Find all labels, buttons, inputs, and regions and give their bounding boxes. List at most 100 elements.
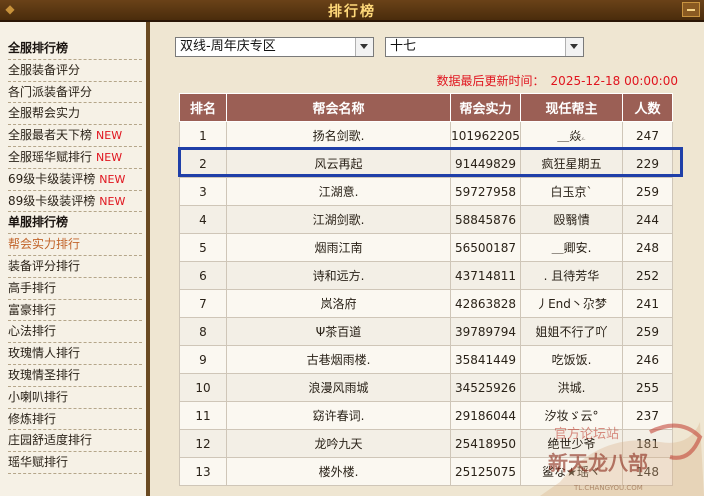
table-cell: 25418950: [450, 429, 521, 458]
table-cell: 楼外楼.: [226, 457, 451, 486]
table-cell: 姐姐不行了吖: [520, 317, 623, 346]
table-row[interactable]: 6 诗和远方. 43714811. 且待芳华 252: [179, 261, 673, 290]
table-cell: 5: [179, 233, 227, 262]
sidebar-item[interactable]: 高手排行: [8, 278, 142, 300]
sidebar-item[interactable]: 玫瑰情人排行: [8, 343, 142, 365]
table-cell: 241: [622, 289, 673, 318]
table-cell: ＿卿安.: [520, 233, 623, 262]
table-row[interactable]: 5 烟雨江南 56500187 ＿卿安. 248: [179, 233, 673, 262]
table-cell: 25125075: [450, 457, 521, 486]
table-cell: 6: [179, 261, 227, 290]
sidebar-item-label: 单服排行榜: [8, 215, 69, 230]
update-label: 数据最后更新时间：: [436, 74, 545, 88]
table-cell: 古巷烟雨楼.: [226, 345, 451, 374]
sidebar-item-label: 各门派装备评分: [8, 84, 93, 99]
table-cell: 疯狂星期五: [520, 149, 623, 178]
table-cell: 烟雨江南: [226, 233, 451, 262]
sidebar-item[interactable]: 修炼排行: [8, 409, 142, 431]
table-row[interactable]: 7 岚洛府 42863828 丿End丶尕梦 241: [179, 289, 673, 318]
table-cell: 101962205: [450, 121, 521, 150]
sidebar-item[interactable]: 玫瑰情圣排行: [8, 365, 142, 387]
table-cell: 56500187: [450, 233, 521, 262]
table-row[interactable]: 1 扬名剑歌. 101962205 ＿焱ۦ 247: [179, 121, 673, 150]
table-row[interactable]: 10 浪漫风雨城 34525926 洪城. 255: [179, 373, 673, 402]
table-cell: 绝世少爷: [520, 429, 623, 458]
sidebar-heading: 单服排行榜: [8, 212, 142, 235]
table-cell: 8: [179, 317, 227, 346]
sidebar-item[interactable]: 帮会实力排行: [8, 234, 142, 256]
sidebar-item-label: 69级卡级装评榜: [8, 171, 96, 186]
table-cell: 34525926: [450, 373, 521, 402]
table-cell: ＿焱ۦ: [520, 121, 623, 150]
column-header[interactable]: 帮会实力: [450, 93, 521, 122]
sidebar-item-label: 修炼排行: [8, 411, 57, 426]
table-cell: 244: [622, 205, 673, 234]
table-row[interactable]: 4 江湖剑歌. 58845876 殴翳憒 244: [179, 205, 673, 234]
table-cell: 风云再起: [226, 149, 451, 178]
table-cell: 58845876: [450, 205, 521, 234]
new-badge: NEW: [96, 150, 123, 164]
column-header[interactable]: 现任帮主: [520, 93, 623, 122]
update-info: 数据最后更新时间： 2025-12-18 00:00:00: [437, 72, 678, 89]
column-header[interactable]: 人数: [622, 93, 673, 122]
sidebar-item-label: 全服装备评分: [8, 62, 81, 77]
table-cell: 扬名剑歌.: [226, 121, 451, 150]
sidebar-item-label: 庄园舒适度排行: [8, 433, 93, 448]
minimize-button[interactable]: [682, 2, 700, 17]
sidebar-item[interactable]: 89级卡级装评榜 NEW: [8, 191, 142, 213]
table-row[interactable]: 9 古巷烟雨楼. 35841449 吃饭饭. 246: [179, 345, 673, 374]
table-cell: 洪城.: [520, 373, 623, 402]
table-cell: 10: [179, 373, 227, 402]
sidebar-item[interactable]: 装备评分排行: [8, 256, 142, 278]
table-row[interactable]: 11 窈许春词. 29186044 汐妆ゞ云° 237: [179, 401, 673, 430]
sidebar-item[interactable]: 全服瑶华赋排行 NEW: [8, 147, 142, 169]
table-row[interactable]: 13 楼外楼. 25125075 鲨な★瑶ヾ 148: [179, 457, 673, 486]
table-cell: 2: [179, 149, 227, 178]
table-cell: 43714811: [450, 261, 521, 290]
table-cell: 246: [622, 345, 673, 374]
table-row[interactable]: 12 龙吟九天 25418950 绝世少爷 181: [179, 429, 673, 458]
sidebar-item[interactable]: 全服最者天下榜 NEW: [8, 125, 142, 147]
sidebar-item-label: 玫瑰情人排行: [8, 346, 81, 361]
sidebar-item[interactable]: 各门派装备评分: [8, 82, 142, 104]
sidebar-item[interactable]: 庄园舒适度排行: [8, 430, 142, 453]
table-cell: 龙吟九天: [226, 429, 451, 458]
sidebar-item[interactable]: 瑶华赋排行: [8, 452, 142, 474]
table-row[interactable]: 2 风云再起 91449829 疯狂星期五 229: [179, 149, 673, 178]
window-titlebar: ◆ 排行榜: [0, 0, 704, 22]
new-badge: NEW: [99, 172, 126, 186]
sidebar-item[interactable]: 富豪排行: [8, 300, 142, 322]
table-row[interactable]: 3 江湖意. 59727958 白玉京` 259: [179, 177, 673, 206]
table-cell: 259: [622, 317, 673, 346]
chevron-down-icon[interactable]: [355, 38, 373, 56]
table-cell: 91449829: [450, 149, 521, 178]
sidebar-item[interactable]: 全服帮会实力: [8, 103, 142, 126]
table-cell: 229: [622, 149, 673, 178]
table-cell: 237: [622, 401, 673, 430]
table-cell: 鲨な★瑶ヾ: [520, 457, 623, 486]
table-cell: 255: [622, 373, 673, 402]
table-cell: 12: [179, 429, 227, 458]
table-cell: 35841449: [450, 345, 521, 374]
table-cell: 江湖剑歌.: [226, 205, 451, 234]
column-header[interactable]: 排名: [179, 93, 227, 122]
table-cell: 丿End丶尕梦: [520, 289, 623, 318]
sidebar-item[interactable]: 全服装备评分: [8, 60, 142, 82]
table-cell: 3: [179, 177, 227, 206]
column-header[interactable]: 帮会名称: [226, 93, 451, 122]
server-group-select[interactable]: 双线-周年庆专区: [175, 37, 374, 57]
table-cell: 汐妆ゞ云°: [520, 401, 623, 430]
sidebar-item[interactable]: 69级卡级装评榜 NEW: [8, 169, 142, 191]
table-cell: 4: [179, 205, 227, 234]
sidebar-item[interactable]: 小喇叭排行: [8, 387, 142, 409]
sidebar-item-label: 富豪排行: [8, 302, 57, 317]
table-header-row: 排名 帮会名称 帮会实力 现任帮主 人数: [179, 93, 673, 122]
table-row[interactable]: 8 Ψ茶百道 39789794 姐姐不行了吖 259: [179, 317, 673, 346]
table-cell: 29186044: [450, 401, 521, 430]
chevron-down-icon[interactable]: [565, 38, 583, 56]
sidebar-item-label: 高手排行: [8, 280, 57, 295]
sidebar-item-label: 全服最者天下榜: [8, 128, 93, 143]
server-select[interactable]: 十七: [385, 37, 584, 57]
sidebar-item[interactable]: 心法排行: [8, 321, 142, 344]
sidebar-item-label: 全服帮会实力: [8, 106, 81, 121]
